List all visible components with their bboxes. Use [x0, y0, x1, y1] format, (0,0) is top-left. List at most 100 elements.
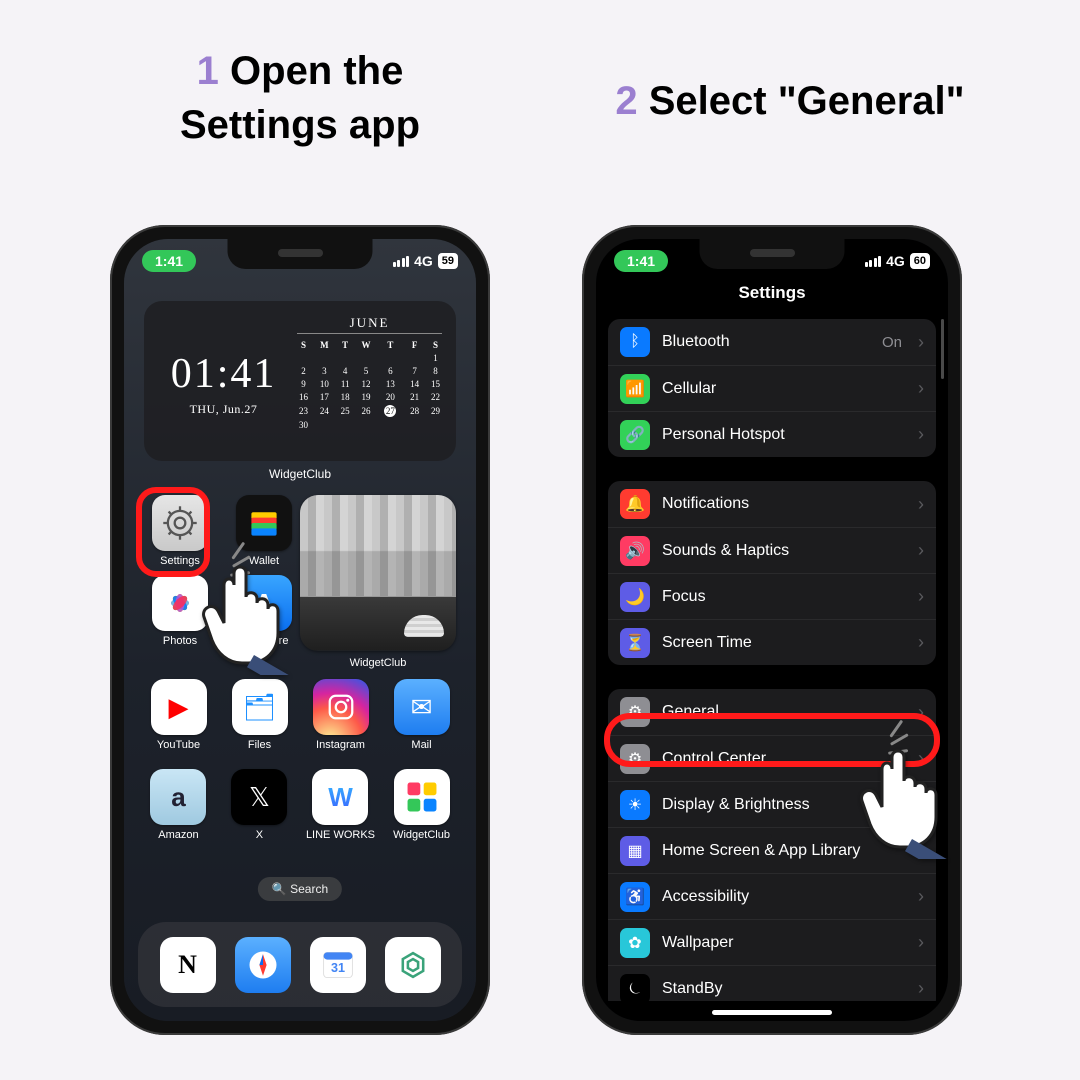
signal-icon: [865, 256, 882, 267]
battery-icon: 60: [910, 253, 930, 269]
search-button[interactable]: 🔍 Search: [258, 877, 342, 901]
settings-row-bluetooth[interactable]: ᛒ Bluetooth On ›: [608, 319, 936, 365]
wallpaper-icon: ✿: [620, 928, 650, 958]
notifications-icon: 🔔: [620, 489, 650, 519]
chevron-right-icon: ›: [918, 932, 924, 953]
app-x[interactable]: 𝕏X: [225, 769, 294, 841]
settings-row-label: Notifications: [662, 495, 906, 513]
step-2-number: 2: [615, 79, 637, 123]
dock-calendar-icon[interactable]: 31: [310, 937, 366, 993]
settings-row-sounds-haptics[interactable]: 🔊Sounds & Haptics›: [608, 527, 936, 573]
sounds-haptics-icon: 🔊: [620, 536, 650, 566]
instagram-icon: [313, 679, 369, 735]
settings-row-notifications[interactable]: 🔔Notifications›: [608, 481, 936, 527]
lineworks-icon: W: [312, 769, 368, 825]
app-row-4: aAmazon 𝕏X WLINE WORKS WidgetClub: [144, 769, 456, 841]
amazon-icon: a: [150, 769, 206, 825]
photo-widget[interactable]: [300, 495, 456, 651]
wallet-icon: [236, 495, 292, 551]
app-mail[interactable]: ✉Mail: [387, 679, 456, 751]
youtube-icon: ▶: [151, 679, 207, 735]
step-2-heading: 2 Select "General": [560, 74, 1020, 128]
clock-calendar-widget[interactable]: 01:41 THU, Jun.27 JUNE SMTWTFS 1 2345678…: [144, 301, 456, 461]
focus-icon: 🌙: [620, 582, 650, 612]
app-files[interactable]: 🗂Files: [225, 679, 294, 751]
screen-time-icon: ⏳: [620, 628, 650, 658]
settings-row-accessibility[interactable]: ♿Accessibility›: [608, 873, 936, 919]
settings-row-personal-hotspot[interactable]: 🔗Personal Hotspot›: [608, 411, 936, 457]
scroll-indicator[interactable]: [941, 319, 944, 379]
settings-row-control-center[interactable]: ⚙Control Center›: [608, 735, 936, 781]
settings-row-label: Cellular: [662, 380, 906, 398]
app-instagram[interactable]: Instagram: [306, 679, 375, 751]
chevron-right-icon: ›: [918, 632, 924, 653]
step-1-number: 1: [197, 49, 219, 93]
network-label: 4G: [886, 253, 905, 269]
bluetooth-icon: ᛒ: [620, 327, 650, 357]
settings-row-value: On: [882, 334, 902, 351]
folder-icon: 🗂: [232, 679, 288, 735]
svg-text:31: 31: [330, 961, 344, 975]
chevron-right-icon: ›: [918, 794, 924, 815]
chevron-right-icon: ›: [918, 332, 924, 353]
dock-notion-icon[interactable]: N: [160, 937, 216, 993]
display-brightness-icon: ☀: [620, 790, 650, 820]
app-lineworks[interactable]: WLINE WORKS: [306, 769, 375, 841]
signal-icon: [393, 256, 410, 267]
chevron-right-icon: ›: [918, 840, 924, 861]
settings-row-label: Bluetooth: [662, 333, 870, 351]
settings-row-label: Personal Hotspot: [662, 426, 906, 444]
general-icon: ⚙: [620, 697, 650, 727]
settings-row-standby[interactable]: ⏾StandBy›: [608, 965, 936, 1001]
settings-row-focus[interactable]: 🌙Focus›: [608, 573, 936, 619]
app-appstore[interactable]: A App Store: [228, 575, 300, 647]
app-grid-left: Settings Wallet: [144, 495, 300, 647]
status-time-pill[interactable]: 1:41: [142, 250, 196, 272]
app-amazon[interactable]: aAmazon: [144, 769, 213, 841]
settings-row-label: StandBy: [662, 980, 906, 998]
network-label: 4G: [414, 253, 433, 269]
personal-hotspot-icon: 🔗: [620, 420, 650, 450]
app-settings[interactable]: Settings: [144, 495, 216, 567]
cellular-icon: 📶: [620, 374, 650, 404]
settings-row-home-screen-app-library[interactable]: ▦Home Screen & App Library›: [608, 827, 936, 873]
app-wallet[interactable]: Wallet: [228, 495, 300, 567]
settings-list[interactable]: ᛒ Bluetooth On › 📶 Cellular › 🔗 Personal Hotspot…: [608, 319, 936, 1001]
app-photos[interactable]: Photos: [144, 575, 216, 647]
status-time-pill[interactable]: 1:41: [614, 250, 668, 272]
settings-row-wallpaper[interactable]: ✿ Wallpaper ›: [608, 919, 936, 965]
settings-row-general[interactable]: ⚙General›: [608, 689, 936, 735]
widget-clock-day: THU, Jun.27: [154, 402, 293, 417]
phone-1: 1:41 4G 59 01:41 THU, Jun.27 JUNE SMTWTF…: [110, 225, 490, 1035]
home-screen[interactable]: 1:41 4G 59 01:41 THU, Jun.27 JUNE SMTWTF…: [124, 239, 476, 1021]
settings-row-label: Home Screen & App Library: [662, 842, 906, 860]
dock-safari-icon[interactable]: [235, 937, 291, 993]
photo-widget-label: WidgetClub: [300, 657, 456, 669]
control-center-icon: ⚙: [620, 744, 650, 774]
widget-label: WidgetClub: [124, 467, 476, 481]
app-widgetclub[interactable]: WidgetClub: [387, 769, 456, 841]
app-youtube[interactable]: ▶YouTube: [144, 679, 213, 751]
x-icon: 𝕏: [231, 769, 287, 825]
step-2-text: Select "General": [649, 79, 965, 123]
widget-clock-time: 01:41: [154, 350, 293, 398]
settings-row-cellular[interactable]: 📶Cellular›: [608, 365, 936, 411]
app-row-3: ▶YouTube 🗂Files Instagram ✉Mail: [144, 679, 456, 751]
page-title: Settings: [596, 283, 948, 303]
settings-row-label: Focus: [662, 588, 906, 606]
settings-row-label: Wallpaper: [662, 934, 906, 952]
chevron-right-icon: ›: [918, 886, 924, 907]
settings-row-display-brightness[interactable]: ☀ Display & Brightness ›: [608, 781, 936, 827]
mail-icon: ✉: [394, 679, 450, 735]
appstore-icon: A: [236, 575, 292, 631]
home-indicator[interactable]: [712, 1010, 832, 1015]
battery-icon: 59: [438, 253, 458, 269]
settings-screen[interactable]: 1:41 4G 60 Settings ᛒ Bluetooth On › 📶 Cellul…: [596, 239, 948, 1021]
phone-2: 1:41 4G 60 Settings ᛒ Bluetooth On › 📶 Cellul…: [582, 225, 962, 1035]
dock-chatgpt-icon[interactable]: [385, 937, 441, 993]
settings-row-label: Screen Time: [662, 634, 906, 652]
settings-row-screen-time[interactable]: ⏳ Screen Time ›: [608, 619, 936, 665]
settings-row-label: Display & Brightness: [662, 796, 906, 814]
settings-row-label: Control Center: [662, 750, 906, 768]
widgetclub-icon: [394, 769, 450, 825]
